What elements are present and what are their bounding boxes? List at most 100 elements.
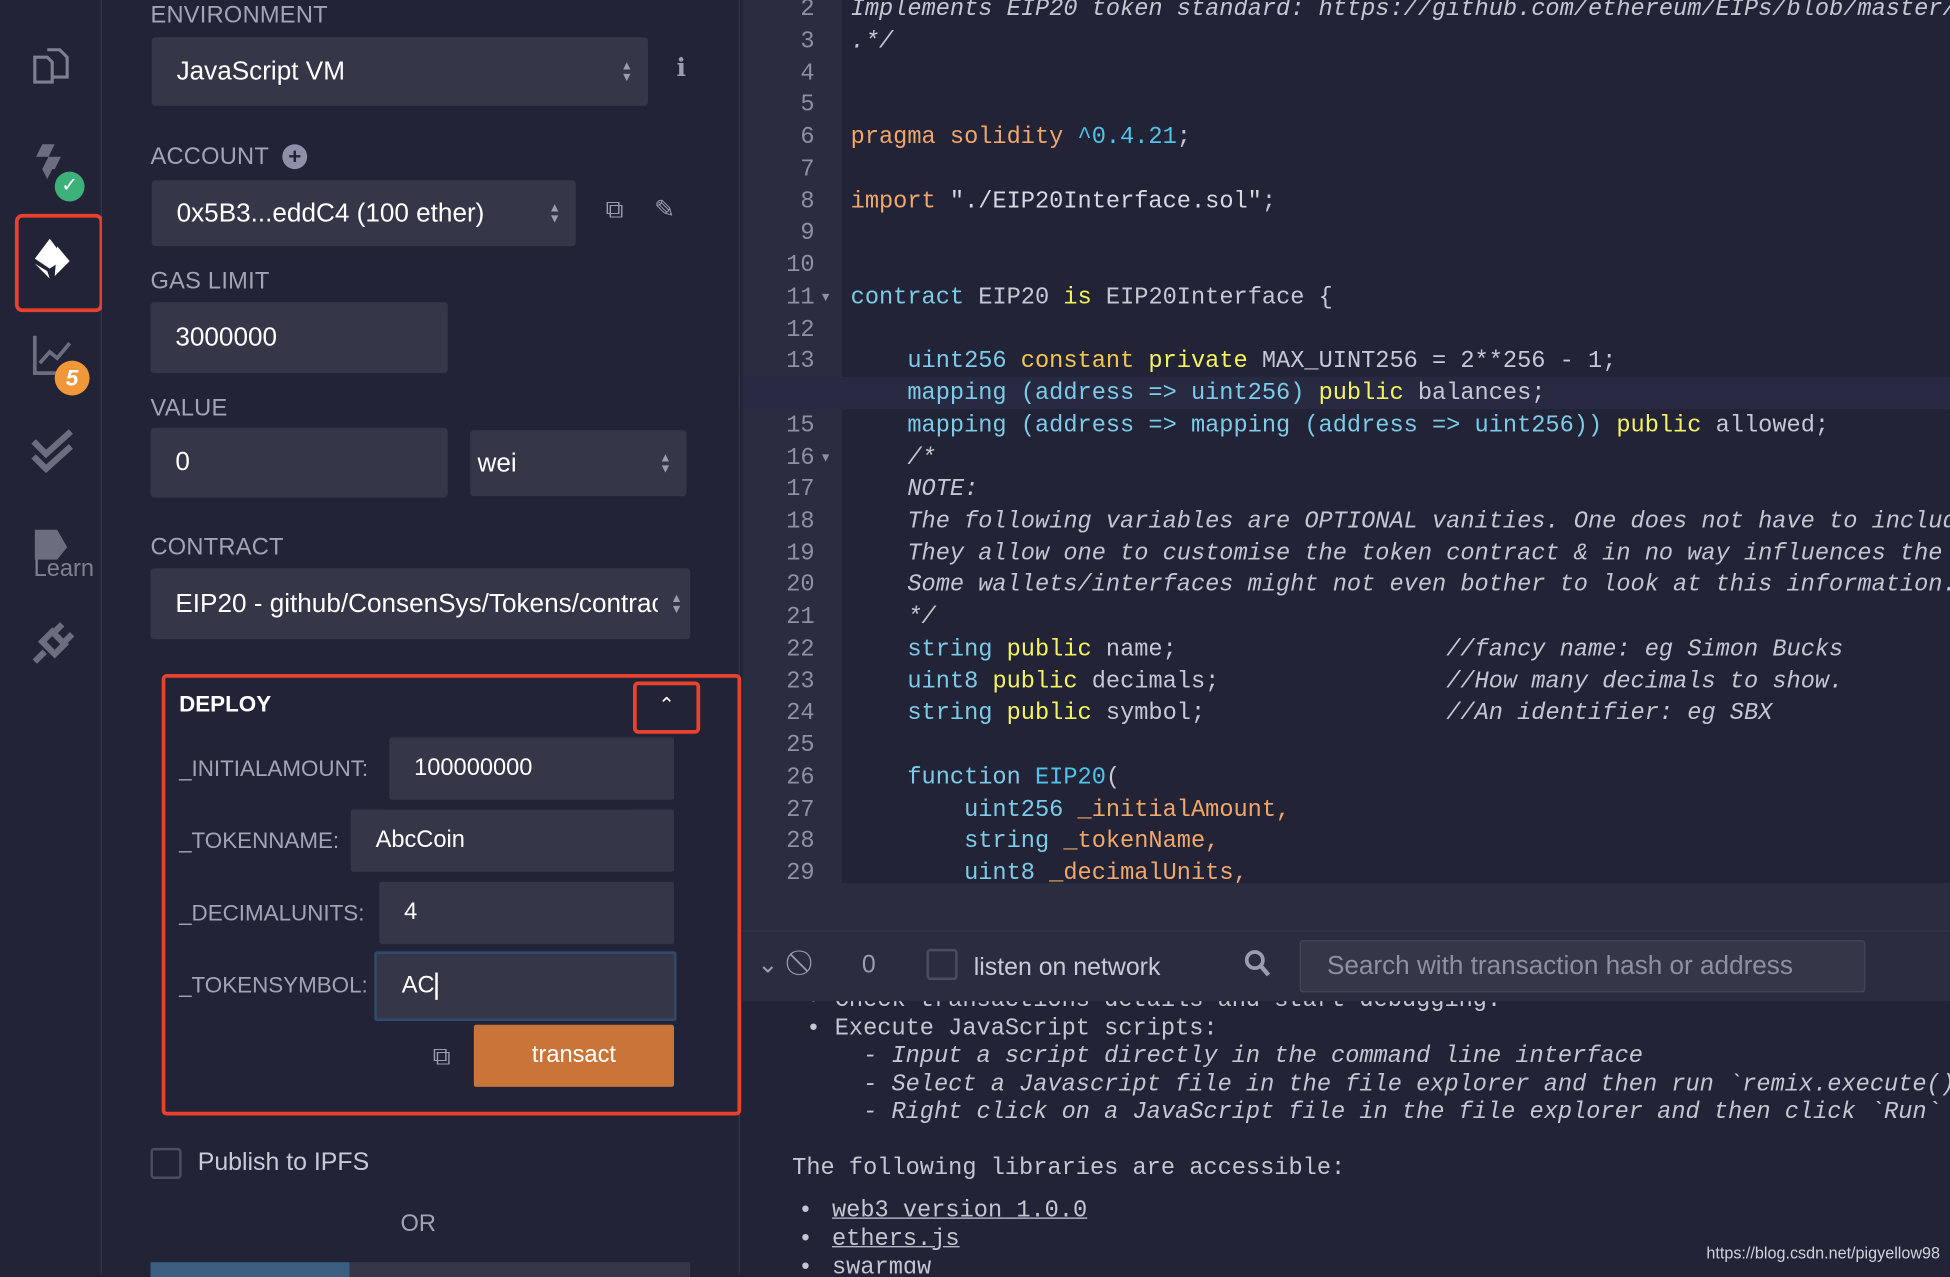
tokensymbol-value: AC (401, 972, 435, 999)
code-line: uint256 constant private MAX_UINT256 = 2… (851, 345, 1616, 377)
code-token: */ (850, 603, 936, 631)
code-line: string public name; //fancy name: eg Sim… (851, 633, 1844, 665)
line-number: 19 (786, 539, 815, 567)
decimalunits-input[interactable]: 4 (379, 881, 675, 944)
deploy-run-panel: ENVIRONMENT JavaScript VM ▲ ▼ i ACCOUNT +… (101, 0, 742, 1277)
transact-button[interactable]: transact (473, 1024, 675, 1087)
code-token: //fancy name: eg Simon Bucks (1446, 635, 1844, 663)
deploy-section: DEPLOY ⌃ _INITIALAMOUNT: 100000000 _TOKE… (161, 674, 742, 1116)
code-line: Implements EIP20 token standard: https:/… (851, 0, 1950, 25)
terminal-line: • Execute JavaScript scripts: (792, 1014, 1218, 1042)
code-token: "./EIP20Interface.sol" (949, 187, 1262, 215)
analysis-badge: 5 (54, 360, 90, 396)
code-token: decimals; (1091, 667, 1447, 695)
code-token: symbol; (1105, 699, 1447, 727)
code-token: private (1148, 347, 1262, 375)
line-number: 8 (800, 187, 815, 215)
fold-arrow-icon[interactable]: ▼ (820, 451, 832, 465)
terminal-line: - Right click on a JavaScript file in th… (792, 1098, 1941, 1126)
code-token: ; (1261, 187, 1277, 215)
select-arrows-icon: ▲ ▼ (670, 591, 683, 617)
code-line: The following variables are OPTIONAL van… (851, 505, 1950, 537)
code-token: public (992, 667, 1092, 695)
code-token: string (850, 827, 1064, 855)
line-number: 4 (800, 59, 815, 87)
add-account-icon[interactable]: + (282, 144, 308, 170)
code-token: is (1063, 283, 1106, 311)
plugin-icon[interactable] (27, 622, 77, 672)
fold-arrow-icon[interactable]: ▼ (820, 291, 832, 305)
account-label: ACCOUNT (150, 144, 270, 171)
collapse-chevron-up-icon[interactable]: ⌃ (633, 681, 701, 734)
contract-value: EIP20 - github/ConsenSys/Tokens/contract… (175, 588, 658, 618)
unit-value: wei (477, 448, 517, 477)
account-value: 0x5B3...eddC4 (100 ether) (176, 198, 485, 227)
learn-icon[interactable]: Learn (27, 522, 94, 597)
code-token: They allow one to customise the token co… (907, 539, 1943, 567)
info-icon[interactable]: i (677, 52, 686, 82)
analysis-icon[interactable]: 5 (27, 333, 90, 396)
at-address-button[interactable] (150, 1262, 350, 1277)
tokenname-input[interactable]: AbcCoin (350, 809, 675, 872)
deploy-run-icon[interactable] (27, 236, 77, 286)
bullet: • (798, 1224, 813, 1253)
testing-icon[interactable] (27, 429, 77, 479)
code-token: _tokenName, (1063, 827, 1220, 855)
copy-calldata-icon[interactable]: ⧉ (433, 1043, 451, 1072)
select-arrows-icon: ▲ ▼ (620, 59, 634, 84)
search-icon (1244, 949, 1271, 985)
file-explorer-icon[interactable] (27, 45, 77, 95)
publish-ipfs-label: Publish to IPFS (197, 1149, 370, 1177)
value-unit-select[interactable]: wei ▲ ▼ (470, 430, 687, 497)
line-number: 17 (786, 475, 815, 503)
line-number: 27 (786, 795, 815, 823)
environment-select[interactable]: JavaScript VM ▲ ▼ (151, 37, 648, 106)
solidity-compiler-icon[interactable]: ✓ (27, 139, 85, 202)
line-number: 20 (786, 571, 815, 599)
code-token: public (1616, 411, 1716, 439)
editor-terminal-divider[interactable] (742, 882, 1950, 931)
code-line: string public symbol; //An identifier: e… (851, 697, 1772, 729)
code-token: mapping (address => mapping (address => … (850, 411, 1617, 439)
code-token: EIP20 (1034, 763, 1106, 791)
library-link[interactable]: web3 version 1.0.0 (832, 1196, 1087, 1223)
listen-network-checkbox[interactable] (926, 948, 958, 980)
edit-icon[interactable]: ✎ (654, 194, 675, 225)
publish-ipfs-checkbox[interactable] (150, 1147, 182, 1179)
code-token: The following variables are OPTIONAL van… (850, 507, 1950, 535)
code-line: mapping (address => uint256) public bala… (851, 377, 1546, 409)
or-label: OR (400, 1211, 436, 1238)
contract-select[interactable]: EIP20 - github/ConsenSys/Tokens/contract… (150, 568, 691, 640)
code-line: uint8 public decimals; //How many decima… (850, 665, 1843, 697)
code-token: uint8 (850, 667, 993, 695)
line-number: 15 (786, 411, 815, 439)
code-token: contract (850, 283, 979, 311)
line-number: 21 (786, 603, 815, 631)
code-line: They allow one to customise the token co… (851, 537, 1950, 569)
code-line: mapping (address => mapping (address => … (851, 409, 1829, 441)
library-link[interactable]: swarmgw (832, 1253, 931, 1273)
param-label: _TOKENSYMBOL: (179, 972, 368, 998)
copy-address-icon[interactable]: ⧉ (606, 196, 624, 225)
line-number: 29 (786, 859, 815, 883)
terminal-line: The following libraries are accessible: (792, 1154, 1346, 1182)
success-check-icon: ✓ (54, 171, 85, 202)
terminal-line: - Input a script directly in the command… (792, 1042, 1643, 1070)
collapse-terminal-icon[interactable]: ⌄ (757, 949, 778, 980)
line-number: 12 (786, 315, 815, 343)
code-editor[interactable]: 234567891011▼1213141516▼1718192021222324… (742, 0, 1950, 883)
account-select[interactable]: 0x5B3...eddC4 (100 ether) ▲ ▼ (151, 180, 576, 247)
code-line: function EIP20( (851, 761, 1120, 793)
value-input[interactable]: 0 (150, 427, 448, 498)
code-token: NOTE: (850, 475, 979, 503)
code-line: /* (851, 441, 935, 473)
code-line: contract EIP20 is EIP20Interface { (851, 281, 1333, 313)
tokensymbol-input[interactable]: AC (374, 951, 677, 1022)
library-link[interactable]: ethers.js (832, 1225, 960, 1252)
code-token: balances; (1417, 379, 1546, 407)
code-token: function (850, 763, 1035, 791)
value-label: VALUE (150, 395, 228, 422)
transaction-search-input[interactable]: Search with transaction hash or address (1299, 940, 1866, 993)
gas-limit-input[interactable]: 3000000 (150, 302, 448, 374)
initialamount-input[interactable]: 100000000 (389, 737, 675, 800)
